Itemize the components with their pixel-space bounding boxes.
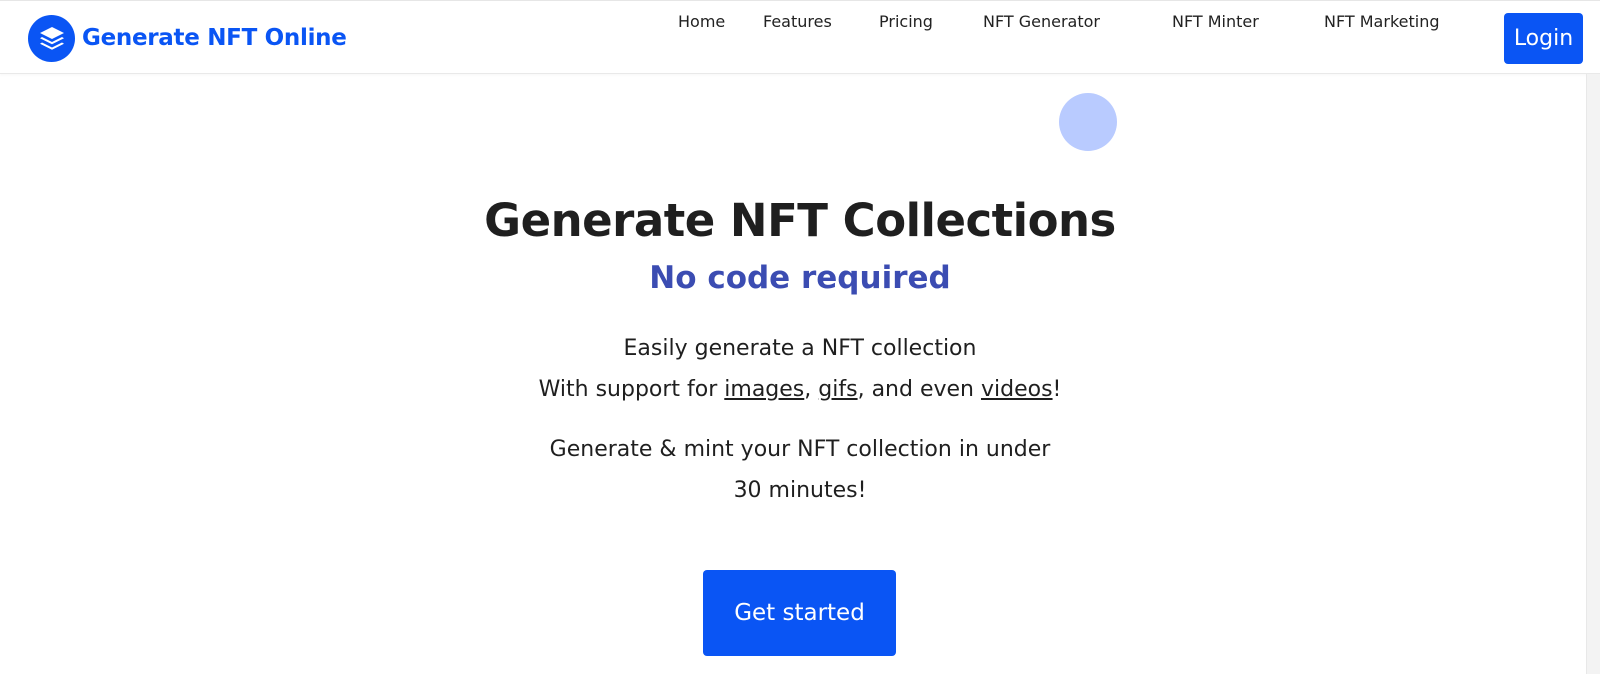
login-button[interactable]: Login: [1504, 13, 1583, 64]
support-prefix: With support for: [538, 377, 725, 402]
hero-support-line: With support for images, gifs, and even …: [0, 377, 1600, 402]
nav-features[interactable]: Features: [763, 12, 832, 31]
get-started-button[interactable]: Get started: [703, 570, 896, 656]
hero-subtitle: No code required: [649, 260, 951, 296]
nav-nft-generator[interactable]: NFT Generator: [983, 12, 1100, 31]
hero-title: Generate NFT Collections: [484, 194, 1116, 247]
hero-line-1: Easily generate a NFT collection: [623, 336, 977, 361]
brand-name: Generate NFT Online: [82, 25, 347, 51]
brand-link[interactable]: Generate NFT Online: [28, 14, 347, 62]
videos-link[interactable]: videos: [981, 377, 1053, 402]
support-suffix: !: [1052, 377, 1062, 402]
support-sep-1: ,: [804, 377, 819, 402]
images-link[interactable]: images: [724, 377, 804, 402]
hero-mint-line-1: Generate & mint your NFT collection in u…: [549, 437, 1051, 462]
nav-pricing[interactable]: Pricing: [879, 12, 933, 31]
gifs-link[interactable]: gifs: [818, 377, 857, 402]
hero-section: Generate NFT Collections No code require…: [0, 74, 1600, 674]
nav-home[interactable]: Home: [678, 12, 725, 31]
top-navbar: Generate NFT Online Home Features Pricin…: [0, 0, 1600, 74]
hero-mint-line-2: 30 minutes!: [733, 478, 867, 503]
support-sep-2: , and even: [857, 377, 981, 402]
layers-icon: [28, 14, 75, 62]
nav-nft-minter[interactable]: NFT Minter: [1172, 12, 1259, 31]
nav-nft-marketing[interactable]: NFT Marketing: [1324, 12, 1440, 31]
